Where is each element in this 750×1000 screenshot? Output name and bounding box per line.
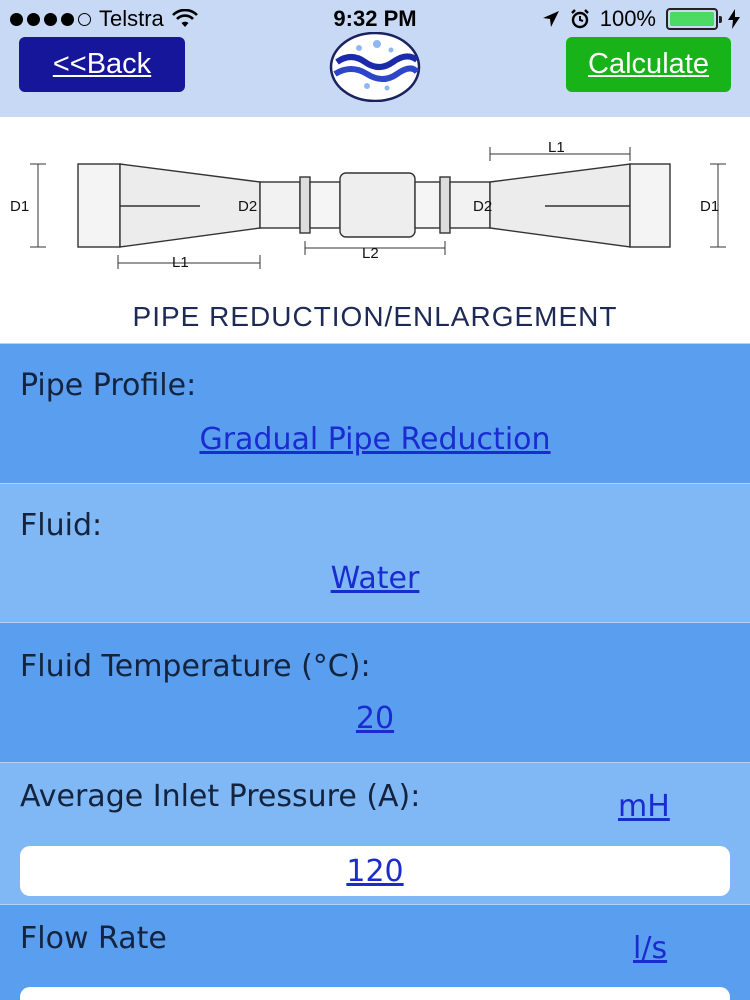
fluid-temperature-section: Fluid Temperature (°C): 20 — [0, 622, 750, 762]
calculate-button[interactable]: Calculate — [566, 37, 731, 92]
dim-label-d1-right: D1 — [700, 198, 719, 215]
dim-label-d2-right: D2 — [473, 198, 492, 215]
pipe-profile-selector[interactable]: Gradual Pipe Reduction — [0, 422, 750, 457]
battery-fill — [670, 12, 714, 26]
charging-bolt-icon — [728, 9, 740, 29]
fluid-selector[interactable]: Water — [0, 561, 750, 596]
pipe-profile-label: Pipe Profile: — [20, 368, 197, 403]
inlet-pressure-section: Average Inlet Pressure (A): mH 120 — [0, 762, 750, 904]
app-logo-icon — [329, 32, 421, 102]
pipe-profile-section: Pipe Profile: Gradual Pipe Reduction — [0, 343, 750, 483]
dim-label-d1-left: D1 — [10, 198, 29, 215]
inlet-pressure-label: Average Inlet Pressure (A): — [20, 779, 421, 814]
flow-rate-input[interactable] — [20, 987, 730, 1000]
fluid-temperature-label: Fluid Temperature (°C): — [20, 649, 371, 684]
status-right-group: 100% — [542, 6, 740, 32]
battery-percent: 100% — [599, 6, 656, 31]
flow-rate-label: Flow Rate — [20, 921, 167, 956]
flow-rate-unit-selector[interactable]: l/s — [633, 931, 667, 966]
alarm-clock-icon — [570, 9, 589, 29]
location-arrow-icon — [542, 11, 559, 27]
status-bar: Telstra 9:32 PM 100% — [0, 0, 750, 36]
diagram-title: PIPE REDUCTION/ENLARGEMENT — [132, 301, 618, 332]
dim-label-l1-left: L1 — [172, 254, 189, 271]
fluid-section: Fluid: Water — [0, 483, 750, 622]
pipe-reduction-enlargement-illustration: D1 D2 L1 L2 D2 L1 D1 — [10, 139, 726, 271]
pipe-diagram: D1 D2 L1 L2 D2 L1 D1 PIPE REDUCTION/ENLA… — [0, 117, 750, 343]
flow-rate-section: Flow Rate l/s — [0, 904, 750, 1000]
dim-label-d2-left: D2 — [238, 198, 257, 215]
top-bar: Telstra 9:32 PM 100% <<Back Calculate — [0, 0, 750, 117]
battery-icon — [666, 8, 722, 30]
back-button[interactable]: <<Back — [19, 37, 185, 92]
fluid-label: Fluid: — [20, 508, 103, 543]
fluid-temperature-selector[interactable]: 20 — [0, 701, 750, 736]
dim-label-l1-right: L1 — [548, 139, 565, 156]
inlet-pressure-unit-selector[interactable]: mH — [618, 789, 670, 824]
dim-label-l2: L2 — [362, 245, 379, 262]
inlet-pressure-input[interactable]: 120 — [20, 846, 730, 896]
